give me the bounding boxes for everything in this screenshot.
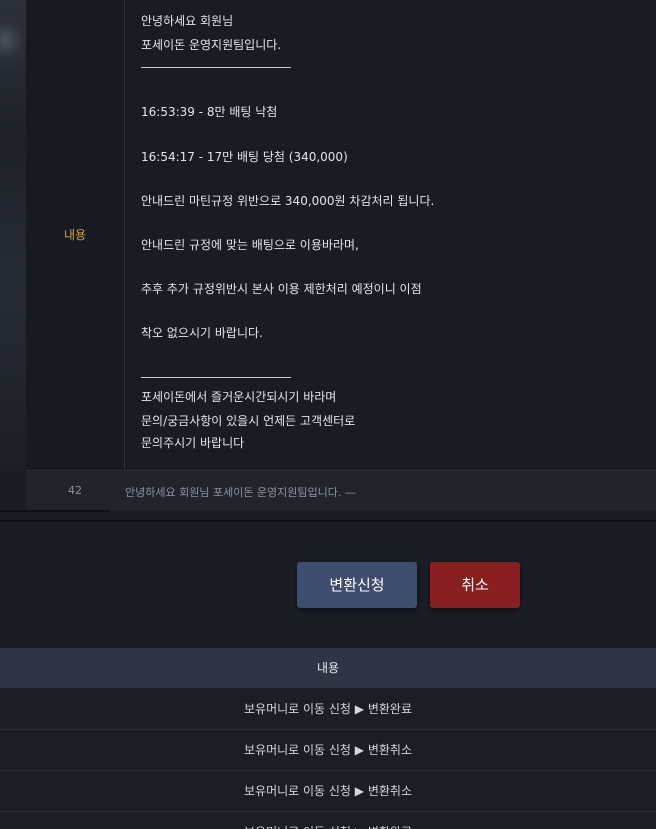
table-row[interactable]: 보유머니로 이동 신청 ▶ 변환취소 bbox=[0, 771, 656, 812]
page: 내용 안녕하세요 회원님 포세이돈 운영지원팀입니다. 16:53:39 - 8… bbox=[0, 0, 656, 829]
message-line: 16:54:17 - 17만 배팅 당첨 (340,000) bbox=[141, 150, 348, 164]
message-line: 추후 추가 규정위반시 본사 이용 제한처리 예정이니 이점 bbox=[141, 282, 422, 296]
message-rule bbox=[141, 67, 291, 68]
message-content: 안녕하세요 회원님 포세이돈 운영지원팀입니다. 16:53:39 - 8만 배… bbox=[125, 0, 656, 470]
section-divider bbox=[0, 520, 656, 522]
message-line: 문의/궁금사항이 있을시 언제든 고객센터로 bbox=[141, 414, 356, 428]
message-label-column: 내용 bbox=[26, 0, 125, 470]
list-row[interactable]: 42 안녕하세요 회원님 포세이돈 운영지원팀입니다. — bbox=[26, 470, 656, 511]
row-number: 42 bbox=[68, 484, 82, 497]
background-art bbox=[0, 0, 26, 470]
divider bbox=[0, 510, 110, 512]
message-line: 16:53:39 - 8만 배팅 낙첨 bbox=[141, 105, 278, 119]
message-line: 안내드린 마틴규정 위반으로 340,000원 차감처리 됩니다. bbox=[141, 194, 435, 208]
message-line: 착오 없으시기 바랍니다. bbox=[141, 326, 263, 340]
message-panel: 내용 안녕하세요 회원님 포세이돈 운영지원팀입니다. 16:53:39 - 8… bbox=[26, 0, 656, 470]
message-line: 문의주시기 바랍니다 bbox=[141, 436, 245, 450]
table-row[interactable]: 보유머니로 이동 신청 ▶ 변환취소 bbox=[0, 730, 656, 771]
table-row[interactable]: 보유머니로 이동 신청 ▶ 변환완료 bbox=[0, 812, 656, 829]
message-rule bbox=[141, 377, 291, 378]
row-summary[interactable]: 안녕하세요 회원님 포세이돈 운영지원팀입니다. — bbox=[125, 484, 356, 500]
table-header: 내용 bbox=[0, 648, 656, 688]
message-line: 포세이돈 운영지원팀입니다. bbox=[141, 38, 282, 52]
message-line: 안내드린 규정에 맞는 배팅으로 이용바라며, bbox=[141, 238, 359, 252]
message-line: 포세이돈에서 즐거운시간되시기 바라며 bbox=[141, 390, 337, 404]
message-label: 내용 bbox=[63, 228, 87, 242]
left-strip bbox=[0, 470, 26, 510]
cancel-button[interactable]: 취소 bbox=[430, 562, 520, 608]
table-row[interactable]: 보유머니로 이동 신청 ▶ 변환완료 bbox=[0, 689, 656, 730]
convert-request-button[interactable]: 변환신청 bbox=[297, 562, 417, 608]
message-line: 안녕하세요 회원님 bbox=[141, 14, 234, 28]
